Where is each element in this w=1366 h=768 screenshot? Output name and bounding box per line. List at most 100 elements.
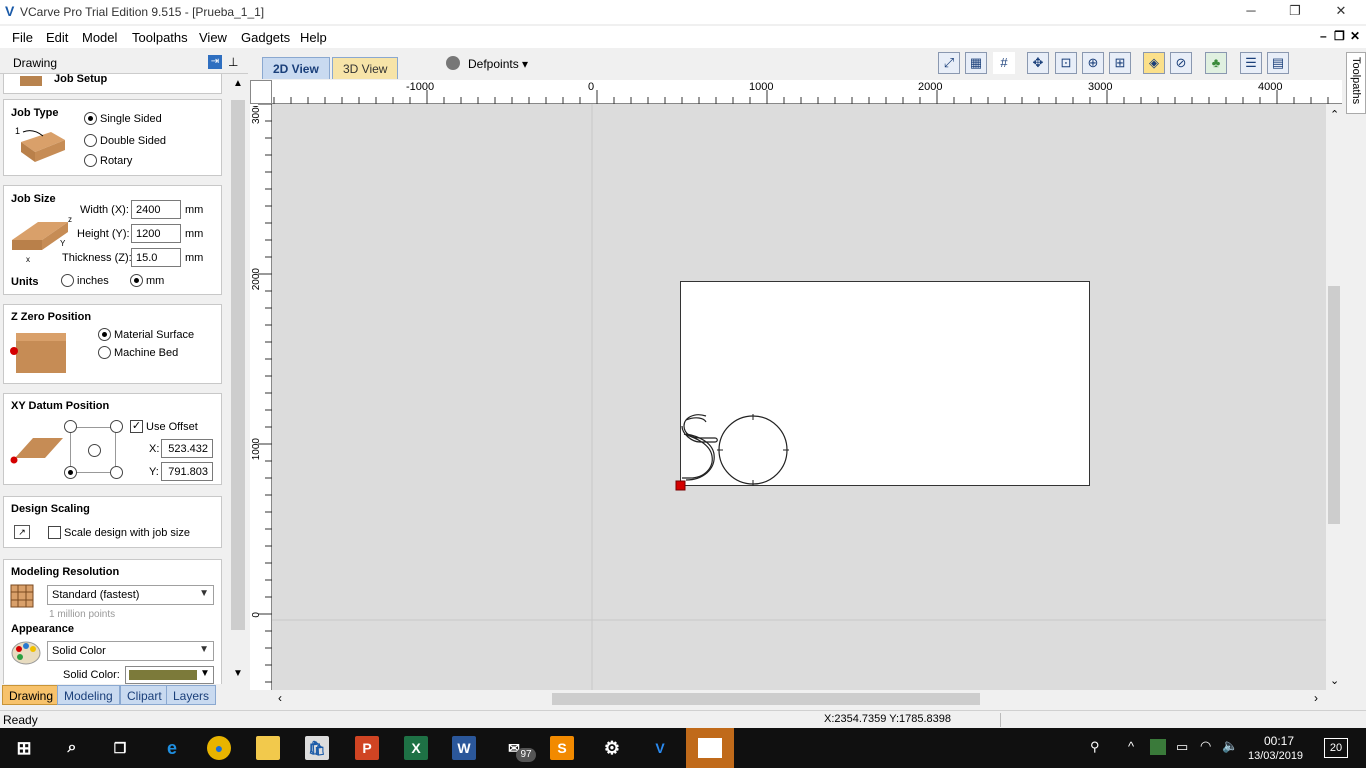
canvas-vertical-scrollbar[interactable]: ⌃ ⌄ <box>1326 104 1342 690</box>
volume-icon[interactable]: 🔈 <box>1222 738 1238 754</box>
rotary-radio[interactable]: Rotary <box>84 154 132 167</box>
mdi-close-button[interactable]: ✕ <box>1350 29 1360 43</box>
notification-center-icon[interactable]: 20 <box>1324 738 1348 758</box>
chevron-up-icon[interactable]: ^ <box>1128 739 1134 754</box>
datum-top-left-radio[interactable] <box>64 420 80 433</box>
double-sided-radio[interactable]: Double Sided <box>84 134 166 147</box>
panel-title: Drawing <box>13 56 58 70</box>
chevron-down-icon: ▼ <box>199 644 209 655</box>
tab-clipart[interactable]: Clipart <box>120 685 169 705</box>
toolpaths-side-tab[interactable]: Toolpaths <box>1346 52 1366 114</box>
search-icon[interactable]: ⌕ <box>60 736 84 760</box>
layer-dropdown[interactable]: Defpoints ▾ <box>440 54 532 74</box>
drawing-canvas[interactable] <box>272 104 1326 690</box>
store-icon[interactable]: 🛍 <box>305 736 329 760</box>
thickness-input[interactable] <box>131 248 181 267</box>
scroll-down-icon[interactable]: ⌄ <box>1330 674 1339 687</box>
vcarve-taskbar-icon[interactable]: V <box>648 736 672 760</box>
datum-top-right-radio[interactable] <box>110 420 126 433</box>
offset-x-input[interactable] <box>161 439 213 458</box>
menu-help[interactable]: Help <box>300 30 327 45</box>
scale-design-checkbox[interactable]: Scale design with job size <box>48 526 190 539</box>
zoom-box-icon[interactable]: ⊞ <box>1109 52 1131 74</box>
restore-button[interactable]: ❐ <box>1272 0 1318 24</box>
people-icon[interactable]: ⚲ <box>1090 739 1100 755</box>
menu-model[interactable]: Model <box>82 30 117 45</box>
wifi-icon[interactable]: ◠ <box>1200 738 1211 754</box>
pin-icon[interactable]: ⊥ <box>228 55 238 69</box>
xy-datum-section: XY Datum Position ✓Use Offset X: Y: <box>3 393 222 485</box>
clock-time[interactable]: 00:17 <box>1264 734 1294 748</box>
panel-scrollbar[interactable]: ▲ ▼ <box>230 74 246 684</box>
zoom-selection-icon[interactable]: ⤢ <box>938 52 960 74</box>
select-mode-icon[interactable]: ◈ <box>1143 52 1165 74</box>
title-bar: V VCarve Pro Trial Edition 9.515 - [Prue… <box>0 0 1366 24</box>
datum-center-radio[interactable] <box>88 444 104 457</box>
units-mm-radio[interactable]: mm <box>130 274 164 287</box>
tab-modeling[interactable]: Modeling <box>57 685 120 705</box>
tray-app-icon[interactable] <box>1150 739 1166 755</box>
machine-bed-radio[interactable]: Machine Bed <box>98 346 178 359</box>
tab-3d-view[interactable]: 3D View <box>332 57 399 79</box>
scroll-down-icon[interactable]: ▼ <box>233 668 243 679</box>
task-view-icon[interactable]: ❐ <box>108 736 132 760</box>
resolution-select[interactable]: Standard (fastest) ▼ <box>47 585 214 605</box>
scroll-left-icon[interactable]: ‹ <box>278 691 282 705</box>
settings-gear-icon[interactable]: ⚙ <box>600 736 624 760</box>
start-windows-icon[interactable]: ⊞ <box>12 736 36 760</box>
minimize-button[interactable]: ─ <box>1228 0 1274 24</box>
height-input[interactable] <box>131 224 181 243</box>
menu-gadgets[interactable]: Gadgets <box>241 30 290 45</box>
chrome-icon[interactable]: ● <box>207 736 231 760</box>
offset-y-label: Y: <box>149 466 159 478</box>
tab-drawing[interactable]: Drawing <box>2 685 61 705</box>
appearance-select[interactable]: Solid Color ▼ <box>47 641 214 661</box>
taskbar: ⊞ ⌕ ❐ e ● 🛍 P X W ✉ 97 S ⚙ V ⚲ ^ ▭ ◠ 🔈 0… <box>0 728 1366 768</box>
solid-color-picker[interactable]: ▼ <box>125 666 214 684</box>
material-surface-radio[interactable]: Material Surface <box>98 328 194 341</box>
zoom-in-icon[interactable]: ⊕ <box>1082 52 1104 74</box>
menu-view[interactable]: View <box>199 30 227 45</box>
grid-icon[interactable]: # <box>993 52 1015 74</box>
word-icon[interactable]: W <box>452 736 476 760</box>
tree-icon[interactable]: ♣ <box>1205 52 1227 74</box>
job-size-section: Job Size x Y z Width (X): mm Height (Y):… <box>3 185 222 295</box>
edge-icon[interactable]: e <box>160 736 184 760</box>
scroll-up-icon[interactable]: ⌃ <box>1330 108 1339 121</box>
toolpath-panel-icon[interactable]: ☰ <box>1240 52 1262 74</box>
scroll-right-icon[interactable]: › <box>1314 691 1318 705</box>
powerpoint-icon[interactable]: P <box>355 736 379 760</box>
menu-edit[interactable]: Edit <box>46 30 68 45</box>
menu-toolpaths[interactable]: Toolpaths <box>132 30 188 45</box>
close-button[interactable]: ✕ <box>1318 0 1364 24</box>
layout-icon[interactable]: ▤ <box>1267 52 1289 74</box>
mdi-minimize-button[interactable]: – <box>1320 29 1327 43</box>
zoom-all-icon[interactable]: ⊡ <box>1055 52 1077 74</box>
canvas-hscroll-thumb[interactable] <box>552 693 980 705</box>
use-offset-checkbox[interactable]: ✓ Use Offset <box>130 420 198 433</box>
tab-layers[interactable]: Layers <box>166 685 217 705</box>
canvas-vscroll-thumb[interactable] <box>1328 286 1340 524</box>
excel-icon[interactable]: X <box>404 736 428 760</box>
pan-icon[interactable]: ✥ <box>1027 52 1049 74</box>
single-sided-radio[interactable]: Single Sided <box>84 112 162 125</box>
panel-scroll-thumb[interactable] <box>231 100 245 630</box>
datum-bottom-right-radio[interactable] <box>110 466 126 479</box>
menu-file[interactable]: File <box>12 30 33 45</box>
units-inches-radio[interactable]: inches <box>61 274 109 287</box>
width-input[interactable] <box>131 200 181 219</box>
mdi-restore-button[interactable]: ❐ <box>1334 29 1345 43</box>
datum-bottom-left-radio[interactable] <box>64 466 80 479</box>
canvas-horizontal-scrollbar[interactable]: ‹ › <box>272 690 1326 708</box>
sublime-icon[interactable]: S <box>550 736 574 760</box>
node-edit-icon[interactable]: ⊘ <box>1170 52 1192 74</box>
file-explorer-icon[interactable] <box>256 736 280 760</box>
scroll-up-icon[interactable]: ▲ <box>233 78 243 89</box>
offset-y-input[interactable] <box>161 462 213 481</box>
battery-icon[interactable]: ▭ <box>1176 739 1188 755</box>
active-app-highlight[interactable] <box>686 728 734 768</box>
snap-grid-icon[interactable]: ▦ <box>965 52 987 74</box>
tab-2d-view[interactable]: 2D View <box>262 57 330 79</box>
auto-hide-icon[interactable]: ⇥ <box>208 55 222 69</box>
clock-date[interactable]: 13/03/2019 <box>1248 750 1303 762</box>
